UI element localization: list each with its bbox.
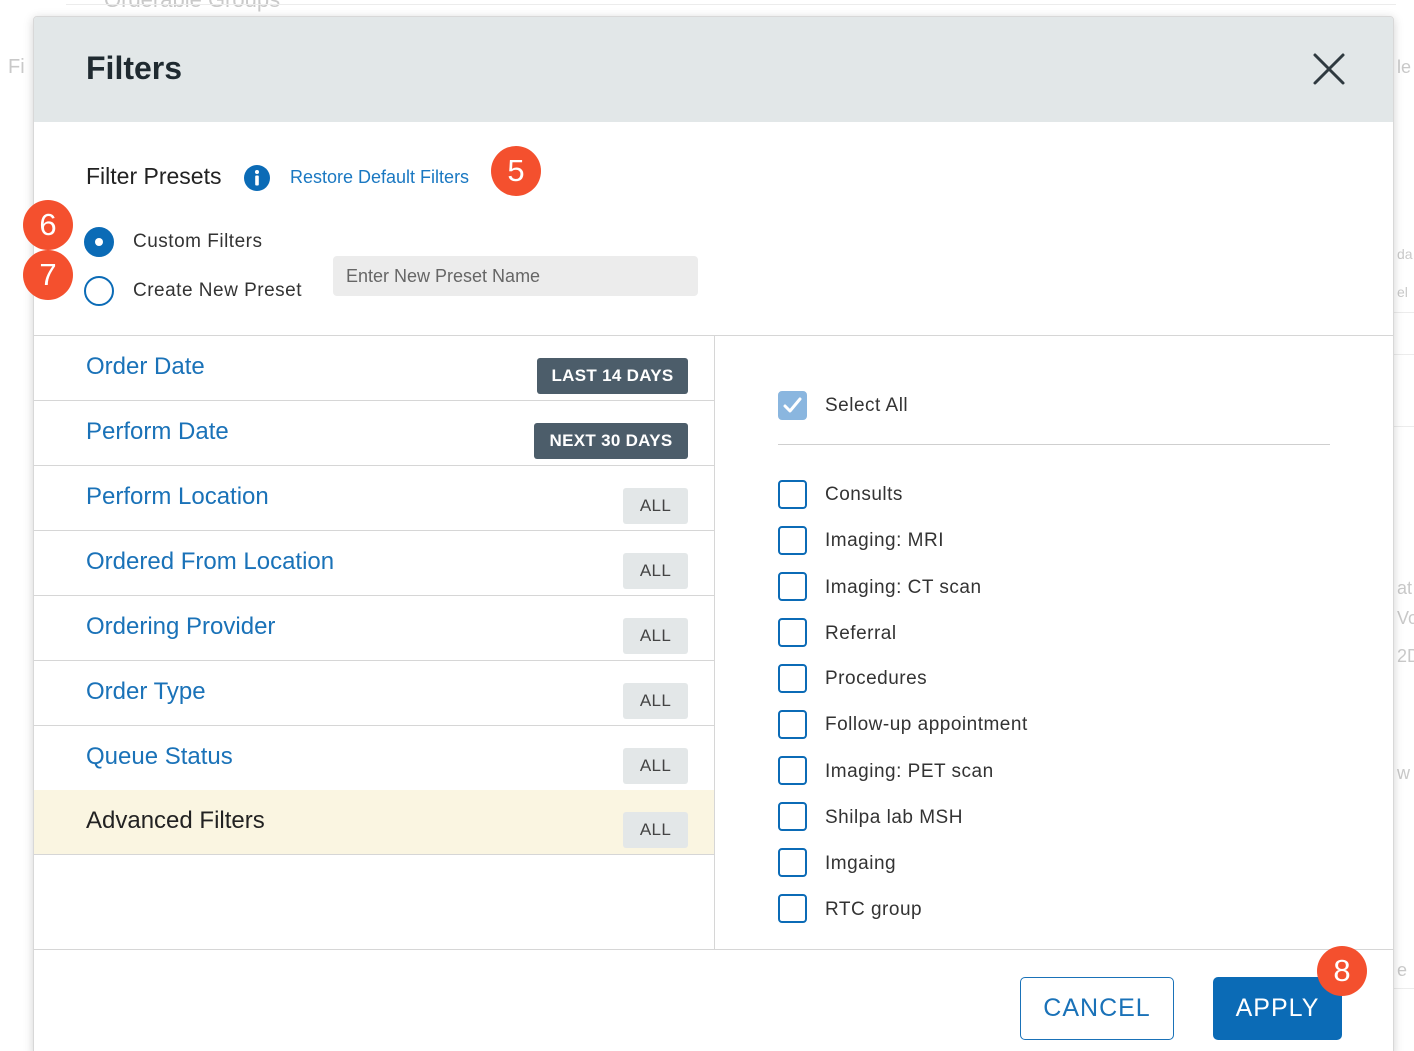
filter-presets-label: Filter Presets [86, 163, 222, 189]
filter-badge: ALL [623, 812, 688, 848]
close-button[interactable] [1311, 51, 1347, 87]
option-label: Imaging: CT scan [825, 577, 982, 598]
background-divider [66, 4, 1396, 5]
filter-row-ordered-from-location[interactable]: Ordered From Location ALL [34, 531, 714, 596]
filter-name: Order Date [86, 353, 205, 380]
option-label: Shilpa lab MSH [825, 807, 963, 828]
option-label: Follow-up appointment [825, 714, 1028, 735]
background-fragment-right-7: w [1397, 763, 1410, 783]
background-fragment-left: Fi [8, 56, 25, 78]
cancel-button[interactable]: CANCEL [1020, 977, 1174, 1040]
option-checkbox-referral[interactable] [778, 618, 807, 647]
filter-name: Ordering Provider [86, 613, 276, 640]
option-checkbox-imgaing[interactable] [778, 848, 807, 877]
option-checkbox-follow-up-appointment[interactable] [778, 710, 807, 739]
filter-row-perform-location[interactable]: Perform Location ALL [34, 466, 714, 531]
options-divider [778, 444, 1330, 445]
filter-badge: LAST 14 DAYS [537, 358, 688, 394]
new-preset-name-input[interactable] [333, 256, 698, 296]
background-fragment-right-3: el [1397, 284, 1408, 300]
filter-name: Order Type [86, 678, 206, 705]
option-label: Procedures [825, 668, 928, 689]
filter-name: Queue Status [86, 743, 233, 770]
option-label: Imaging: MRI [825, 530, 944, 551]
filter-row-queue-status[interactable]: Queue Status ALL [34, 726, 714, 791]
step-marker-5: 5 [491, 146, 541, 196]
step-marker-8: 8 [1317, 946, 1367, 996]
filter-presets-section: Filter Presets Restore Default Filters C… [34, 122, 1393, 336]
filter-badge: ALL [623, 683, 688, 719]
filter-name: Ordered From Location [86, 548, 335, 575]
background-divider [1394, 988, 1414, 989]
custom-filters-radio[interactable] [84, 227, 114, 257]
filter-row-advanced-filters[interactable]: Advanced Filters ALL [34, 790, 714, 855]
option-checkbox-rtc-group[interactable] [778, 894, 807, 923]
restore-default-filters-link[interactable]: Restore Default Filters [290, 167, 469, 188]
close-icon [1313, 53, 1345, 85]
filter-row-perform-date[interactable]: Perform Date NEXT 30 DAYS [34, 401, 714, 466]
option-checkbox-shilpa-lab-msh[interactable] [778, 802, 807, 831]
background-fragment-right-5: Vo [1397, 608, 1414, 628]
option-checkbox-procedures[interactable] [778, 664, 807, 693]
info-icon[interactable] [244, 165, 270, 191]
step-marker-7: 7 [23, 250, 73, 300]
custom-filters-label: Custom Filters [133, 231, 263, 252]
create-new-preset-label: Create New Preset [133, 280, 303, 301]
filter-badge: ALL [623, 748, 688, 784]
create-new-preset-option[interactable]: Create New Preset [84, 275, 302, 307]
filter-row-ordering-provider[interactable]: Ordering Provider ALL [34, 596, 714, 661]
custom-filters-option[interactable]: Custom Filters [84, 226, 262, 258]
background-divider [1394, 426, 1414, 427]
filter-name: Advanced Filters [86, 807, 265, 834]
background-fragment-right-1: le [1397, 57, 1412, 77]
background-fragment-right-6: 2D [1397, 646, 1414, 666]
select-all-label: Select All [825, 395, 909, 416]
option-label: RTC group [825, 899, 923, 920]
filter-category-list: Order Date LAST 14 DAYS Perform Date NEX… [34, 336, 715, 949]
option-label: Consults [825, 484, 903, 505]
filter-row-order-type[interactable]: Order Type ALL [34, 661, 714, 726]
dialog-title: Filters [86, 50, 183, 86]
filter-badge: ALL [623, 488, 688, 524]
filter-row-order-date[interactable]: Order Date LAST 14 DAYS [34, 336, 714, 401]
option-checkbox-consults[interactable] [778, 480, 807, 509]
option-label: Referral [825, 623, 897, 644]
option-label: Imgaing [825, 853, 897, 874]
filter-name: Perform Date [86, 418, 229, 445]
background-fragment-right-8: e [1397, 960, 1408, 980]
option-checkbox-imaging-mri[interactable] [778, 526, 807, 555]
dialog-header: Filters [34, 17, 1393, 122]
filter-badge: ALL [623, 553, 688, 589]
filters-dialog: Filters Filter Presets Restore Default F… [33, 16, 1394, 1051]
background-divider [1394, 354, 1414, 355]
option-checkbox-imaging-pet-scan[interactable] [778, 756, 807, 785]
step-marker-6: 6 [23, 200, 73, 250]
select-all-checkbox[interactable] [778, 391, 807, 420]
background-fragment-top: Orderable Groups [104, 0, 280, 13]
background-fragment-right-4: at [1397, 578, 1413, 598]
filter-badge: ALL [623, 618, 688, 654]
background-divider [1394, 312, 1414, 313]
option-label: Imaging: PET scan [825, 761, 994, 782]
option-checkbox-imaging-ct-scan[interactable] [778, 572, 807, 601]
background-fragment-right-2: da [1397, 246, 1413, 262]
filter-options-panel: Select All Consults Imaging: MRI Imaging… [715, 336, 1393, 949]
dialog-footer: CANCEL APPLY [34, 949, 1393, 1051]
filter-badge: NEXT 30 DAYS [534, 423, 688, 459]
create-new-preset-radio[interactable] [84, 276, 114, 306]
check-icon [783, 397, 802, 413]
filter-name: Perform Location [86, 483, 269, 510]
